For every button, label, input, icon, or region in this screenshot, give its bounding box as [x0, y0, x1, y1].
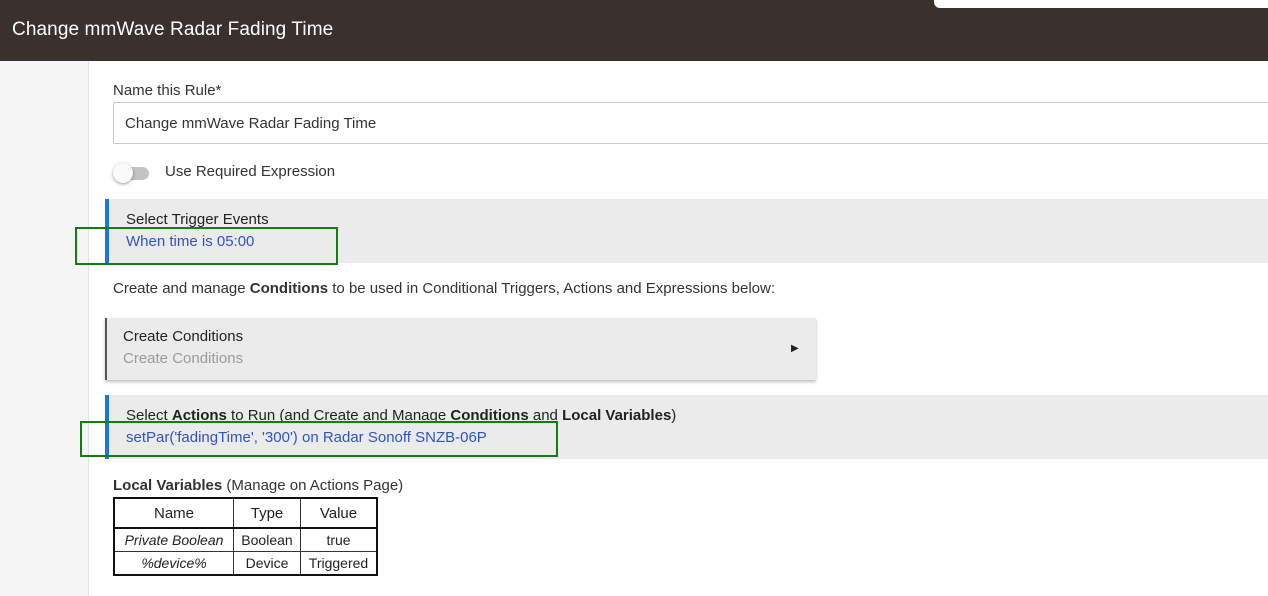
- required-expression-toggle[interactable]: [113, 163, 151, 183]
- table-row: %device% Device Triggered: [113, 551, 378, 576]
- column-header-type: Type: [233, 497, 301, 529]
- column-header-name: Name: [113, 497, 234, 529]
- required-expression-label: Use Required Expression: [165, 163, 336, 180]
- toggle-knob: [113, 163, 133, 183]
- conditions-intro-after: to be used in Conditional Triggers, Acti…: [328, 280, 776, 297]
- local-variables-table: Name Type Value Private Boolean Boolean …: [113, 497, 378, 576]
- actions-highlight-box: [80, 421, 558, 457]
- title-bar: Change mmWave Radar Fading Time: [0, 0, 1268, 61]
- local-variables-title-rest: (Manage on Actions Page): [222, 477, 404, 494]
- actions-heading-part4: ): [671, 407, 677, 424]
- variable-type-cell: Device: [233, 551, 301, 576]
- local-variables-title-bold: Local Variables: [113, 477, 223, 494]
- variable-value-cell: Triggered: [300, 551, 378, 576]
- column-header-value: Value: [300, 497, 378, 529]
- actions-heading-bold3: Local Variables: [562, 407, 672, 424]
- variable-value-cell: true: [300, 527, 378, 552]
- rule-name-input[interactable]: [113, 102, 1268, 144]
- table-row: Private Boolean Boolean true: [113, 527, 378, 552]
- trigger-events-heading: Select Trigger Events: [126, 211, 269, 228]
- conditions-intro-text: Create and manage Conditions to be used …: [113, 280, 775, 297]
- local-variables-title: Local Variables (Manage on Actions Page): [113, 477, 403, 494]
- trigger-highlight-box: [75, 227, 338, 265]
- variable-type-cell: Boolean: [233, 527, 301, 552]
- create-conditions-heading: Create Conditions: [123, 328, 244, 345]
- table-header-row: Name Type Value: [113, 497, 378, 529]
- search-box[interactable]: [934, 0, 1268, 8]
- conditions-intro-bold: Conditions: [249, 280, 329, 297]
- page-title: Change mmWave Radar Fading Time: [12, 19, 334, 40]
- left-gutter: [0, 61, 89, 596]
- rule-name-label: Name this Rule*: [113, 82, 222, 99]
- variable-name-cell: Private Boolean: [113, 527, 234, 552]
- expand-arrow-icon: ▶: [791, 343, 799, 354]
- create-conditions-button[interactable]: Create Conditions Create Conditions ▶: [105, 318, 816, 380]
- create-conditions-subtext: Create Conditions: [123, 350, 244, 367]
- variable-name-cell: %device%: [113, 551, 234, 576]
- conditions-intro-before: Create and manage: [113, 280, 250, 297]
